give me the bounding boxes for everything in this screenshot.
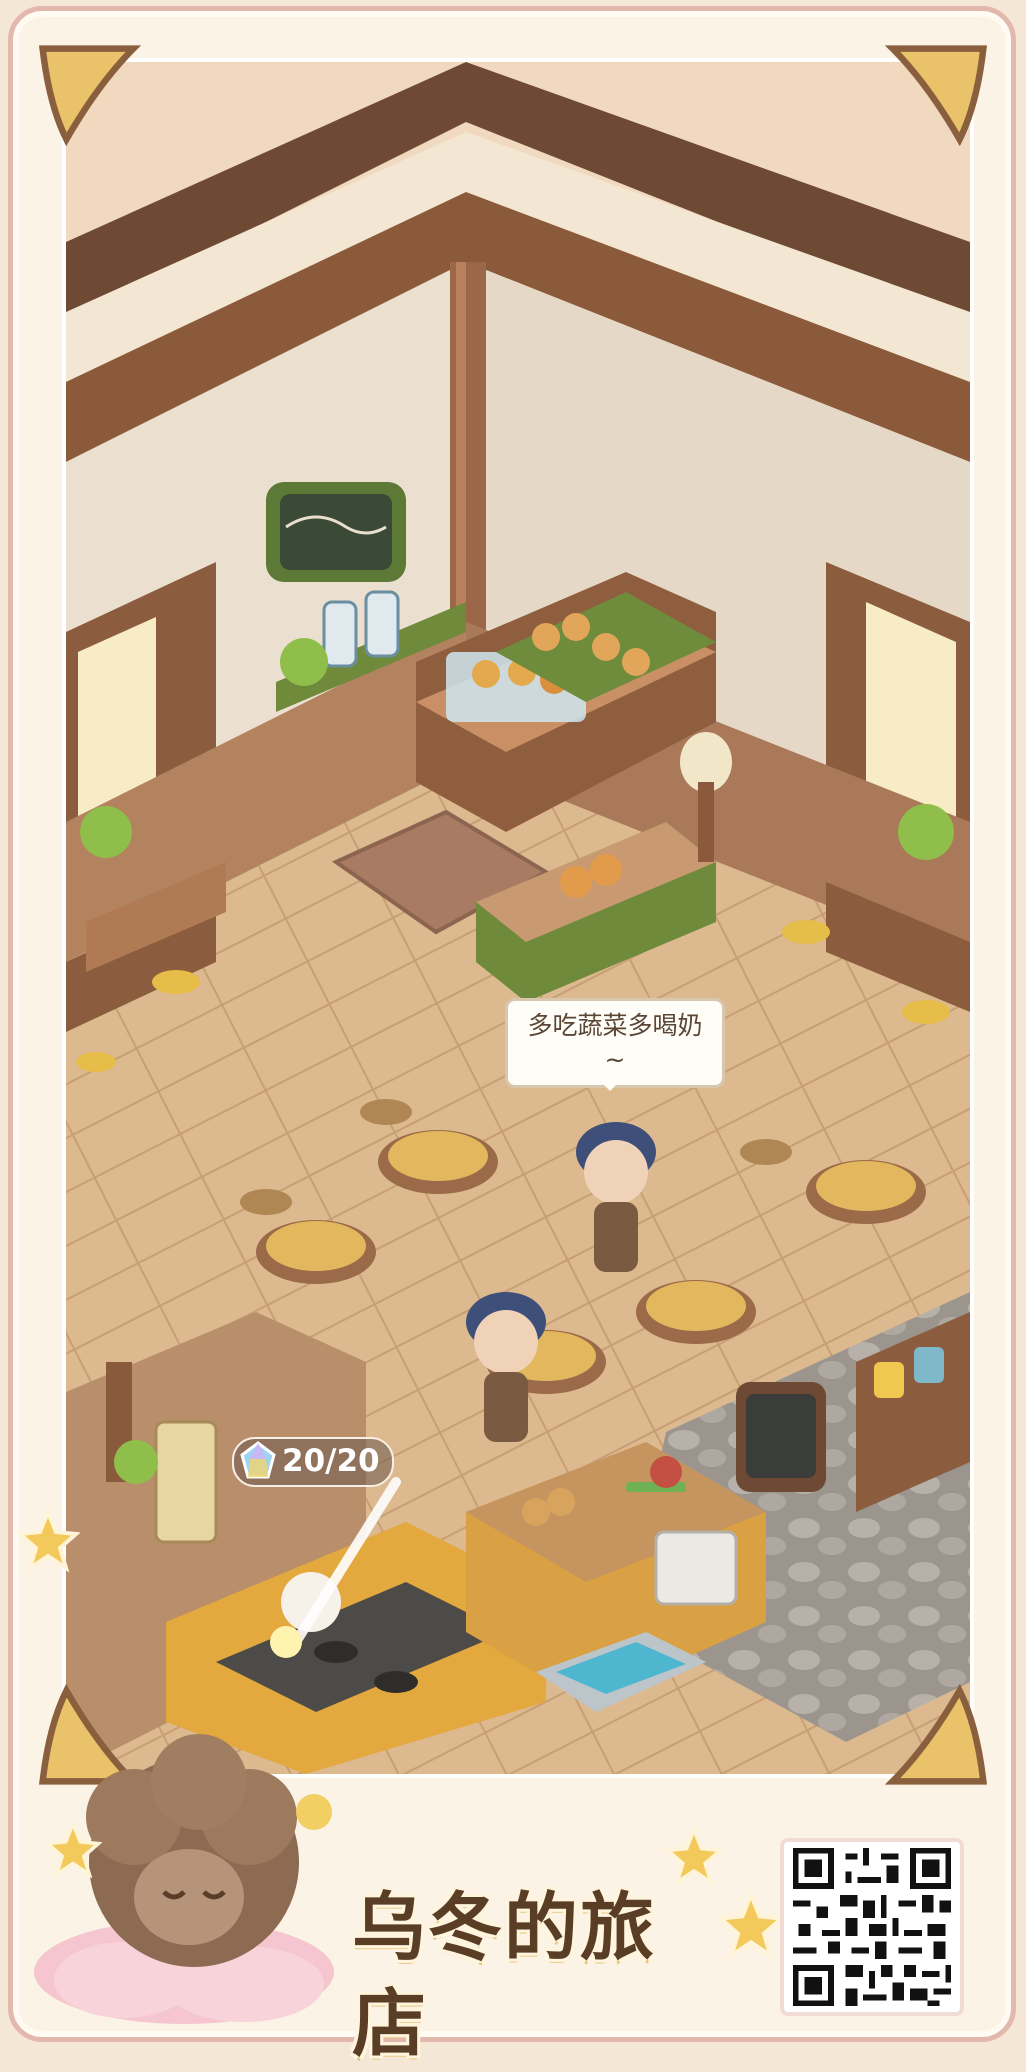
qr-code[interactable] xyxy=(780,1838,964,2016)
game-logo: 乌冬的旅店 xyxy=(352,1885,656,2067)
corner-sticker-icon xyxy=(884,40,992,148)
star-icon xyxy=(715,1888,787,1961)
corner-sticker-icon xyxy=(34,40,142,148)
npc-speech-bubble: 多吃蔬菜多喝奶~ xyxy=(505,998,725,1091)
star-icon xyxy=(663,1824,725,1887)
star-icon xyxy=(15,1506,81,1573)
crystal-icon xyxy=(238,1441,278,1481)
energy-value: 20/20 xyxy=(282,1443,380,1479)
star-icon xyxy=(43,1818,103,1879)
corner-sticker-icon xyxy=(884,1682,992,1790)
energy-counter[interactable]: 20/20 xyxy=(232,1437,394,1487)
game-scene[interactable] xyxy=(62,58,974,1778)
